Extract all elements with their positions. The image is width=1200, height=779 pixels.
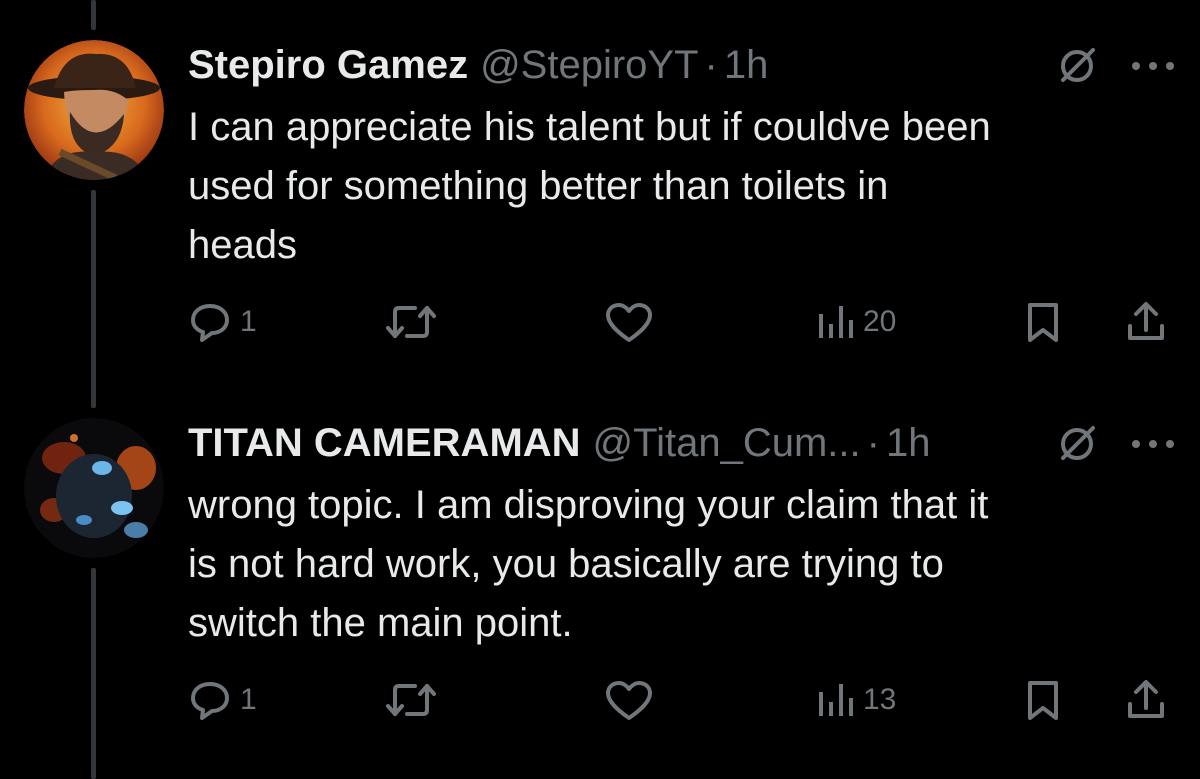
like-icon	[606, 303, 652, 342]
tweet-actions: 1 20	[0, 292, 1200, 352]
bookmark-button[interactable]	[1025, 292, 1061, 352]
tweet-text-line: wrong topic. I am disproving your claim …	[188, 483, 989, 527]
timestamp[interactable]: 1h	[724, 40, 769, 90]
retweet-button[interactable]	[385, 292, 445, 352]
share-button[interactable]	[1124, 292, 1168, 352]
timestamp[interactable]: 1h	[886, 418, 931, 468]
views-button[interactable]: 13	[815, 670, 896, 730]
tweet-text: wrong topic. I am disproving your claim …	[188, 476, 1168, 653]
like-button[interactable]	[604, 292, 662, 352]
tweet[interactable]: TITAN CAMERAMAN @Titan_Cum... · 1h wrong…	[0, 418, 1200, 748]
share-icon	[1128, 680, 1164, 718]
tweet-text-line: used for something better than toilets i…	[188, 164, 889, 208]
separator: ·	[866, 421, 880, 465]
like-icon	[606, 681, 652, 720]
tweet-text-line: heads	[188, 223, 297, 267]
handle[interactable]: @Titan_Cum...	[593, 418, 861, 468]
share-icon	[1128, 302, 1164, 340]
display-name[interactable]: Stepiro Gamez	[188, 40, 468, 90]
more-icon[interactable]	[1128, 54, 1178, 78]
share-button[interactable]	[1124, 670, 1168, 730]
tweet-text-line: I can appreciate his talent but if could…	[188, 105, 991, 149]
reply-icon	[191, 682, 229, 720]
reply-button[interactable]: 1	[188, 292, 257, 352]
views-icon	[819, 684, 853, 716]
grok-icon[interactable]	[1055, 44, 1099, 88]
views-count: 20	[863, 305, 897, 338]
separator: ·	[704, 43, 718, 87]
reply-count: 1	[240, 683, 257, 716]
reply-count: 1	[240, 305, 257, 338]
thread-line-top	[91, 0, 96, 30]
tweet-text-line: is not hard work, you basically are tryi…	[188, 542, 944, 586]
tweet-text-line: switch the main point.	[188, 601, 573, 645]
retweet-button[interactable]	[385, 670, 445, 730]
grok-icon[interactable]	[1055, 422, 1099, 466]
tweet-header: TITAN CAMERAMAN @Titan_Cum... · 1h	[188, 418, 930, 468]
more-icon[interactable]	[1128, 432, 1178, 456]
tweet-actions: 1 13	[0, 670, 1200, 730]
avatar[interactable]	[24, 40, 164, 180]
display-name[interactable]: TITAN CAMERAMAN	[188, 418, 581, 468]
views-button[interactable]: 20	[815, 292, 896, 352]
reply-icon	[191, 304, 229, 342]
retweet-icon	[386, 306, 436, 338]
tweet-text: I can appreciate his talent but if could…	[188, 98, 1168, 275]
reply-button[interactable]: 1	[188, 670, 257, 730]
tweet-header: Stepiro Gamez @StepiroYT · 1h	[188, 40, 768, 90]
views-count: 13	[863, 683, 897, 716]
handle[interactable]: @StepiroYT	[480, 40, 698, 90]
tweet[interactable]: Stepiro Gamez @StepiroYT · 1h I can appr…	[0, 40, 1200, 370]
retweet-icon	[386, 684, 436, 716]
avatar[interactable]	[24, 418, 164, 558]
bookmark-icon	[1028, 681, 1058, 720]
bookmark-icon	[1028, 303, 1058, 342]
views-icon	[819, 306, 853, 338]
like-button[interactable]	[604, 670, 662, 730]
bookmark-button[interactable]	[1025, 670, 1061, 730]
